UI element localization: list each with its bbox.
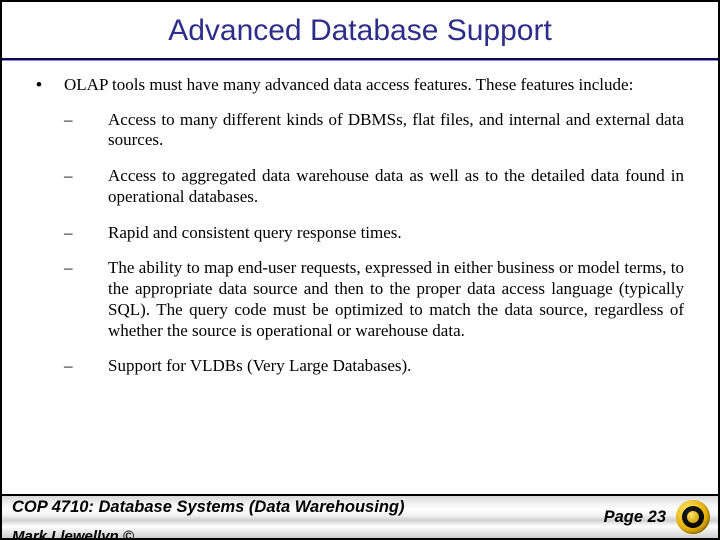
slide: Advanced Database Support • OLAP tools m… — [0, 0, 720, 540]
item-text: The ability to map end-user requests, ex… — [108, 258, 684, 341]
dash-icon: – — [64, 166, 108, 207]
bullet-dot-icon: • — [36, 75, 64, 96]
item-text: Support for VLDBs (Very Large Databases)… — [108, 356, 684, 377]
title-area: Advanced Database Support — [2, 2, 718, 52]
sub-bullet-list: – Access to many different kinds of DBMS… — [64, 110, 684, 377]
list-item: – Access to many different kinds of DBMS… — [64, 110, 684, 151]
intro-text: OLAP tools must have many advanced data … — [64, 75, 684, 96]
slide-body: • OLAP tools must have many advanced dat… — [2, 61, 718, 538]
footer-page-number: Page 23 — [604, 508, 674, 527]
item-text: Access to many different kinds of DBMSs,… — [108, 110, 684, 151]
list-item: – Access to aggregated data warehouse da… — [64, 166, 684, 207]
dash-icon: – — [64, 258, 108, 341]
slide-title: Advanced Database Support — [2, 14, 718, 48]
footer-logo — [674, 495, 718, 539]
footer-course: COP 4710: Database Systems (Data Warehou… — [12, 499, 404, 516]
dash-icon: – — [64, 356, 108, 377]
footer-bar: COP 4710: Database Systems (Data Warehou… — [2, 494, 718, 538]
item-text: Access to aggregated data warehouse data… — [108, 166, 684, 207]
footer-left: COP 4710: Database Systems (Data Warehou… — [2, 499, 404, 534]
list-item: – Support for VLDBs (Very Large Database… — [64, 356, 684, 377]
intro-bullet: • OLAP tools must have many advanced dat… — [36, 75, 684, 96]
dash-icon: – — [64, 223, 108, 244]
ucf-pegasus-icon — [676, 500, 710, 534]
list-item: – Rapid and consistent query response ti… — [64, 223, 684, 244]
footer-author: Mark Llewellyn © — [12, 527, 404, 540]
dash-icon: – — [64, 110, 108, 151]
item-text: Rapid and consistent query response time… — [108, 223, 684, 244]
list-item: – The ability to map end-user requests, … — [64, 258, 684, 341]
